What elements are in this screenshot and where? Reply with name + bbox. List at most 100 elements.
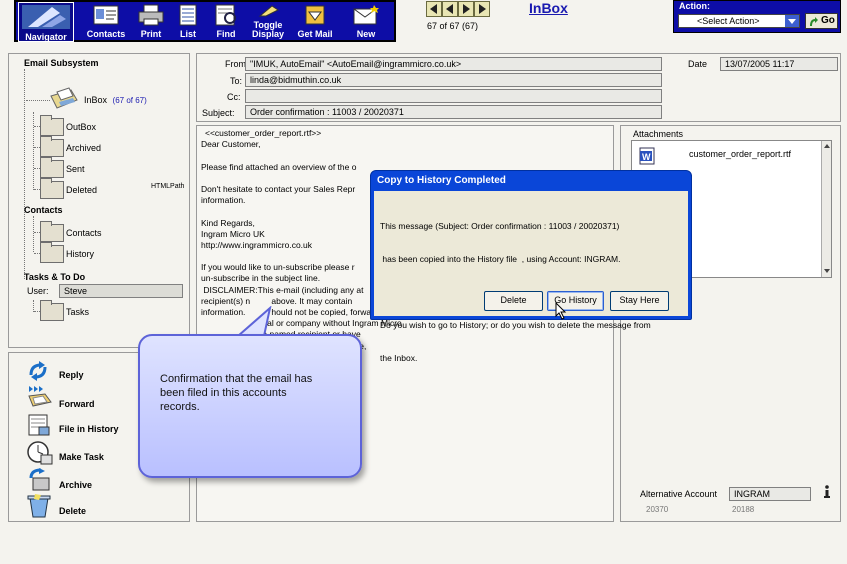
contacts-button[interactable]: Contacts: [84, 2, 128, 40]
sidebar-item-deleted[interactable]: Deleted: [66, 185, 97, 195]
callout-note: Confirmation that the email has been fil…: [138, 334, 362, 478]
sidebar-item-tasks[interactable]: Tasks: [66, 307, 89, 317]
forward-label: Forward: [59, 399, 95, 409]
html-path-label: HTMLPath: [151, 183, 185, 190]
folder-tree-panel: Email Subsystem InBox (67 of 67) OutBox …: [8, 53, 190, 348]
word-document-icon[interactable]: W: [638, 147, 656, 165]
display-label: Display: [251, 29, 284, 39]
find-icon: [215, 4, 236, 26]
chevron-down-icon[interactable]: [785, 15, 799, 27]
contacts-icon: [93, 5, 119, 25]
copy-to-history-dialog: Copy to History Completed This message (…: [370, 170, 692, 363]
date-field[interactable]: 13/07/2005 11:17: [720, 57, 838, 71]
sidebar-item-contacts[interactable]: Contacts: [66, 228, 102, 238]
sidebar-item-inbox[interactable]: InBox (67 of 67): [84, 95, 147, 105]
callout-line: records.: [160, 401, 200, 413]
alternative-account-label: Alternative Account: [640, 489, 718, 499]
to-field[interactable]: linda@bidmuthin.co.uk: [245, 73, 662, 87]
sidebar-item-history[interactable]: History: [66, 249, 94, 259]
action-label: Action:: [679, 1, 710, 11]
archive-icon: [29, 468, 50, 491]
record-counter: 67 of 67 (67): [427, 21, 479, 31]
callout-line: been filed in this accounts: [160, 387, 287, 399]
cc-field[interactable]: [245, 89, 662, 103]
record-navigator: [426, 0, 494, 18]
from-field[interactable]: "IMUK, AutoEmail" <AutoEmail@ingrammicro…: [245, 57, 662, 71]
new-label: New: [356, 29, 376, 39]
dialog-title: Copy to History Completed: [377, 175, 506, 186]
alternative-account-field[interactable]: INGRAM: [729, 487, 811, 501]
subject-field[interactable]: Order confirmation : 11003 / 20020371: [245, 105, 662, 119]
trash-icon: [27, 494, 51, 518]
go-button[interactable]: Go: [805, 13, 838, 29]
get-mail-icon: [305, 5, 325, 25]
body-line: [201, 150, 611, 161]
reply-icon: [29, 361, 47, 381]
navigator-icon: [22, 5, 70, 29]
page-title[interactable]: InBox: [529, 0, 568, 16]
folder-icon: [40, 221, 64, 242]
account-number-1: 20370: [646, 505, 669, 514]
delete-label: Delete: [59, 506, 87, 516]
find-button[interactable]: Find: [210, 2, 242, 40]
sidebar-item-archived[interactable]: Archived: [66, 143, 101, 153]
folder-icon: [40, 300, 64, 321]
get-mail-button[interactable]: Get Mail: [294, 2, 336, 40]
tasks-header: Tasks & To Do: [24, 272, 86, 282]
main-toolbar: Navigator Contacts Print List Find Toggl…: [14, 0, 396, 42]
go-arrow-icon: [810, 17, 818, 26]
navigator-button[interactable]: Navigator: [18, 2, 74, 42]
get-mail-label: Get Mail: [297, 29, 333, 39]
message-header-panel: From: "IMUK, AutoEmail" <AutoEmail@ingra…: [196, 53, 841, 122]
first-record-icon[interactable]: [426, 1, 442, 17]
folder-icon: [40, 178, 64, 199]
attachments-label: Attachments: [633, 129, 684, 139]
mouse-cursor-icon: [555, 302, 567, 320]
contacts-header: Contacts: [24, 205, 63, 215]
print-label: Print: [140, 29, 162, 39]
body-line: Dear Customer,: [201, 139, 261, 150]
next-record-icon[interactable]: [458, 1, 474, 17]
folder-icon: [40, 242, 64, 263]
find-label: Find: [216, 29, 236, 39]
sidebar-item-sent[interactable]: Sent: [66, 164, 85, 174]
folder-icon: [40, 157, 64, 178]
attachments-scrollbar[interactable]: [821, 141, 831, 277]
account-number-2: 20188: [732, 505, 755, 514]
date-label: Date: [688, 59, 708, 69]
file-in-history-icon: [28, 414, 50, 436]
inbox-label: InBox: [84, 95, 108, 105]
list-icon: [179, 4, 197, 26]
action-select-value: <Select Action>: [697, 16, 760, 26]
info-icon[interactable]: [821, 485, 833, 499]
stay-here-button[interactable]: Stay Here: [610, 291, 669, 311]
print-button[interactable]: Print: [134, 2, 168, 40]
toggle-display-button[interactable]: Toggle Display: [248, 2, 288, 40]
inbox-count: (67 of 67): [112, 96, 147, 105]
callout-line: Confirmation that the email has: [160, 373, 313, 385]
last-record-icon[interactable]: [474, 1, 490, 17]
action-panel: Action: <Select Action> Go: [673, 0, 841, 33]
action-select[interactable]: <Select Action>: [678, 14, 800, 28]
new-mail-icon: [353, 5, 379, 25]
attachment-file-name[interactable]: customer_order_report.rtf: [689, 149, 791, 159]
list-button[interactable]: List: [174, 2, 202, 40]
inbox-tray-icon: [50, 87, 78, 109]
navigator-label: Navigator: [25, 32, 67, 42]
go-label: Go: [821, 15, 835, 26]
svg-text:W: W: [642, 152, 651, 162]
new-mail-button[interactable]: New: [346, 2, 386, 40]
sidebar-item-outbox[interactable]: OutBox: [66, 122, 96, 132]
delete-button[interactable]: Delete: [27, 494, 177, 518]
folder-icon: [40, 115, 64, 136]
body-line: <<customer_order_report.rtf>>: [205, 128, 322, 138]
dialog-delete-button[interactable]: Delete: [484, 291, 543, 311]
callout-text: Confirmation that the email has been fil…: [160, 372, 312, 414]
dialog-message-line: the Inbox.: [380, 353, 418, 363]
previous-record-icon[interactable]: [442, 1, 458, 17]
make-task-icon: [27, 441, 53, 465]
cc-label: Cc:: [227, 92, 241, 102]
user-field[interactable]: Steve: [59, 284, 183, 298]
dialog-message-line: has been copied into the History file , …: [380, 254, 621, 264]
forward-icon: [28, 386, 52, 407]
